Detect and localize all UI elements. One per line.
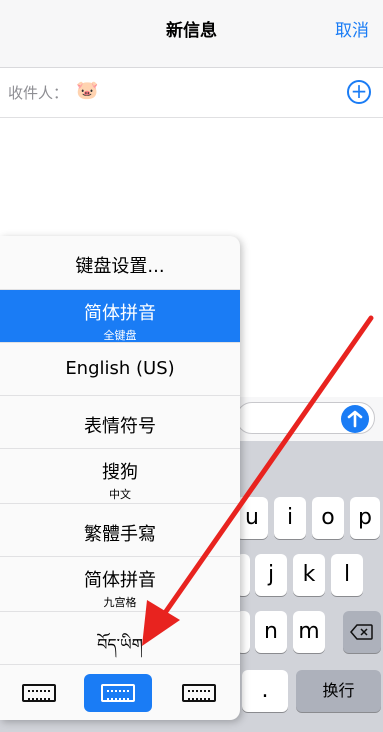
send-button[interactable]	[341, 405, 369, 433]
recipient-emoji: 🐷	[76, 80, 99, 101]
key-j[interactable]: j	[255, 554, 287, 596]
ime-item-label: 键盘设置...	[75, 256, 165, 277]
return-button[interactable]: 换行	[296, 670, 381, 712]
ime-item-label: 搜狗	[102, 462, 138, 483]
ime-item-pinyin-9key[interactable]: 简体拼音 九宫格	[0, 557, 240, 612]
delete-button[interactable]	[343, 611, 381, 653]
cancel-button[interactable]: 取消	[335, 16, 369, 41]
ime-item-pinyin-qwerty[interactable]: 简体拼音 全键盘	[0, 290, 240, 343]
ime-item-english[interactable]: English (US)	[0, 343, 240, 396]
ime-item-label: English (US)	[65, 358, 175, 379]
ime-item-sublabel: 九宫格	[103, 596, 137, 609]
ime-item-label: 表情符号	[84, 416, 156, 437]
keyboard-left-button[interactable]	[16, 674, 62, 712]
add-recipient-button[interactable]: +	[347, 80, 371, 104]
keyboard-left-icon	[22, 684, 56, 702]
keyboard-full-icon	[101, 684, 135, 702]
key-p[interactable]: p	[350, 497, 380, 539]
ime-item-sublabel: 中文	[109, 488, 131, 501]
ime-item-label: 简体拼音	[84, 303, 156, 324]
key-period[interactable]: .	[242, 670, 288, 712]
ime-item-sublabel: 全键盘	[103, 329, 137, 342]
key-u[interactable]: u	[236, 497, 268, 539]
navigation-bar: 新信息 取消	[0, 0, 383, 68]
key-l[interactable]: l	[331, 554, 363, 596]
key-i[interactable]: i	[274, 497, 306, 539]
keyboard-mode-selector	[0, 665, 240, 720]
input-method-menu: 键盘设置... 简体拼音 全键盘 English (US) 表情符号 搜狗 中文…	[0, 236, 240, 720]
key-k[interactable]: k	[293, 554, 325, 596]
ime-item-label: 简体拼音	[84, 570, 156, 591]
send-arrow-icon	[347, 410, 363, 428]
page-title: 新信息	[166, 21, 217, 41]
key-n[interactable]: n	[255, 611, 287, 653]
ime-item-traditional-handwriting[interactable]: 繁體手寫	[0, 504, 240, 557]
recipient-label: 收件人：	[8, 84, 69, 102]
recipient-row[interactable]: 收件人： 🐷 +	[0, 68, 383, 118]
ime-item-keyboard-settings[interactable]: 键盘设置...	[0, 236, 240, 290]
ime-item-tibetan[interactable]: བོད་ཡིག	[0, 612, 240, 665]
ime-item-emoji[interactable]: 表情符号	[0, 396, 240, 449]
keyboard-full-button[interactable]	[84, 674, 152, 712]
key-o[interactable]: o	[312, 497, 344, 539]
ime-item-sogou[interactable]: 搜狗 中文	[0, 449, 240, 504]
key-m[interactable]: m	[293, 611, 325, 653]
delete-backspace-icon	[350, 624, 373, 640]
keyboard-right-button[interactable]	[176, 674, 222, 712]
plus-circle-icon: +	[350, 79, 368, 103]
keyboard-right-icon	[182, 684, 216, 702]
ime-item-label: 繁體手寫	[84, 524, 156, 545]
